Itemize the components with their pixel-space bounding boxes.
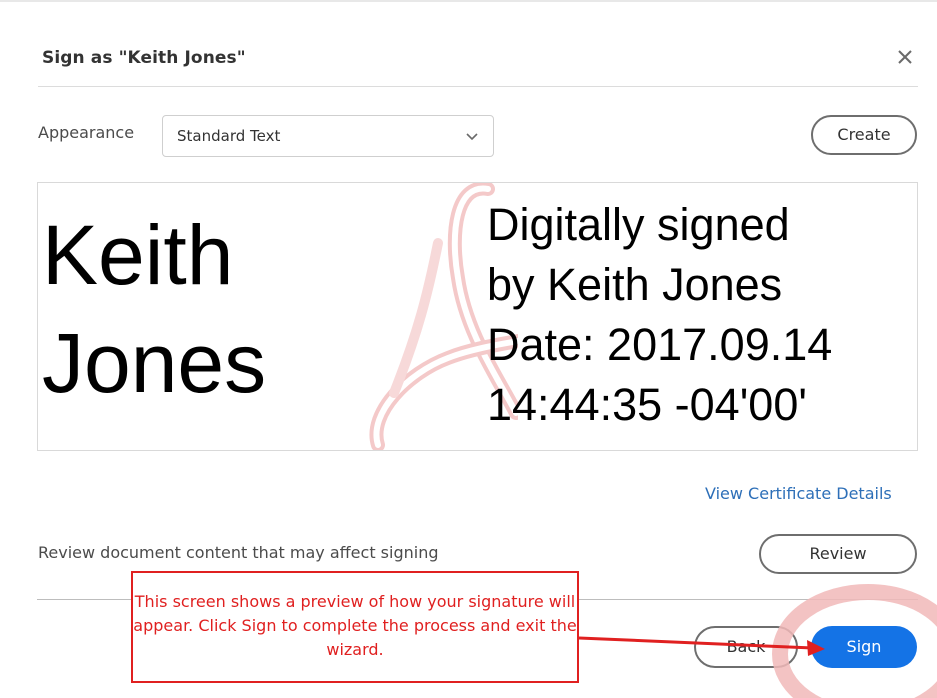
review-content-label: Review document content that may affect … xyxy=(38,543,439,562)
review-button[interactable]: Review xyxy=(759,534,917,574)
dialog-title: Sign as "Keith Jones" xyxy=(42,48,246,68)
view-certificate-details-link[interactable]: View Certificate Details xyxy=(705,484,892,503)
sign-button[interactable]: Sign xyxy=(811,626,917,668)
signature-detail-line: by Keith Jones xyxy=(487,259,783,310)
signature-name: Keith Jones xyxy=(42,201,266,417)
signature-details: Digitally signed by Keith Jones Date: 20… xyxy=(487,195,832,435)
top-rule xyxy=(0,0,937,2)
appearance-selected-value: Standard Text xyxy=(177,127,281,145)
signature-detail-line: 14:44:35 -04'00' xyxy=(487,379,807,430)
chevron-down-icon xyxy=(466,133,478,141)
title-divider xyxy=(38,86,918,87)
back-button[interactable]: Back xyxy=(694,626,798,668)
sign-dialog: Sign as "Keith Jones" Appearance Standar… xyxy=(0,0,937,698)
signature-preview: Keith Jones Digitally signed by Keith Jo… xyxy=(37,182,918,451)
signature-detail-line: Date: 2017.09.14 xyxy=(487,319,833,370)
close-icon[interactable] xyxy=(893,44,917,70)
appearance-dropdown[interactable]: Standard Text xyxy=(162,115,494,157)
annotation-callout: This screen shows a preview of how your … xyxy=(131,571,579,683)
signature-name-line2: Jones xyxy=(42,316,267,410)
signature-detail-line: Digitally signed xyxy=(487,199,790,250)
signature-name-line1: Keith xyxy=(42,208,234,302)
create-button[interactable]: Create xyxy=(811,115,917,155)
appearance-label: Appearance xyxy=(38,123,135,142)
